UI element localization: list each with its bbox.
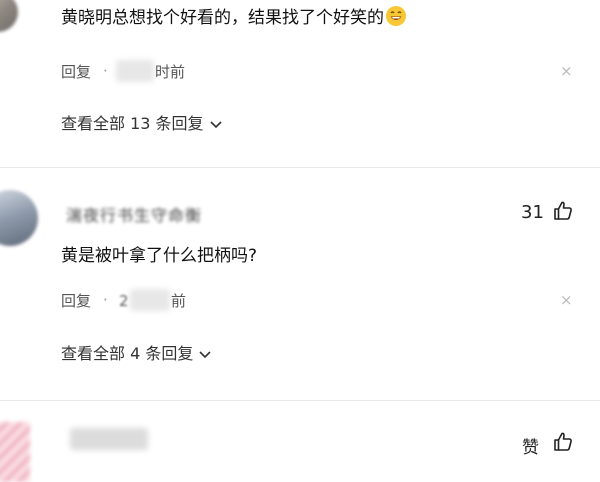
- view-all-replies-link[interactable]: 查看全部 13 条回复: [61, 113, 223, 136]
- like-count: 31: [521, 202, 544, 223]
- reply-button[interactable]: 回复: [61, 291, 91, 311]
- comment-text: 黄是被叶拿了什么把柄吗?: [61, 246, 258, 266]
- timestamp: 前: [171, 292, 187, 310]
- comment-text: 黄晓明总想找个好看的，结果找了个好笑的: [61, 6, 406, 30]
- view-all-replies-link[interactable]: 查看全部 4 条回复: [61, 343, 212, 366]
- divider: [0, 400, 600, 401]
- laughing-emoji-icon: [386, 6, 406, 26]
- chevron-down-icon: [209, 114, 223, 136]
- reply-button[interactable]: 回复: [61, 62, 91, 82]
- close-icon[interactable]: ×: [560, 291, 573, 309]
- chevron-down-icon: [198, 344, 212, 366]
- divider: [0, 167, 600, 168]
- username[interactable]: 湍夜行书生守命衡: [66, 202, 202, 226]
- close-icon[interactable]: ×: [560, 62, 573, 80]
- thumbs-up-icon[interactable]: [551, 430, 575, 458]
- redacted-username: [70, 428, 148, 450]
- timestamp-prefix: 2: [119, 292, 129, 310]
- separator-dot: ·: [103, 291, 108, 309]
- redacted-timestamp: [130, 289, 170, 311]
- redacted-timestamp: [116, 60, 154, 82]
- avatar[interactable]: [0, 422, 30, 482]
- thumbs-up-icon[interactable]: [551, 199, 575, 227]
- timestamp: 时前: [155, 63, 186, 81]
- like-label[interactable]: 赞: [522, 433, 539, 458]
- comment-text-content: 黄晓明总想找个好看的，结果找了个好笑的: [61, 8, 384, 28]
- avatar[interactable]: [0, 0, 18, 32]
- avatar[interactable]: [0, 190, 38, 246]
- separator-dot: ·: [103, 62, 108, 80]
